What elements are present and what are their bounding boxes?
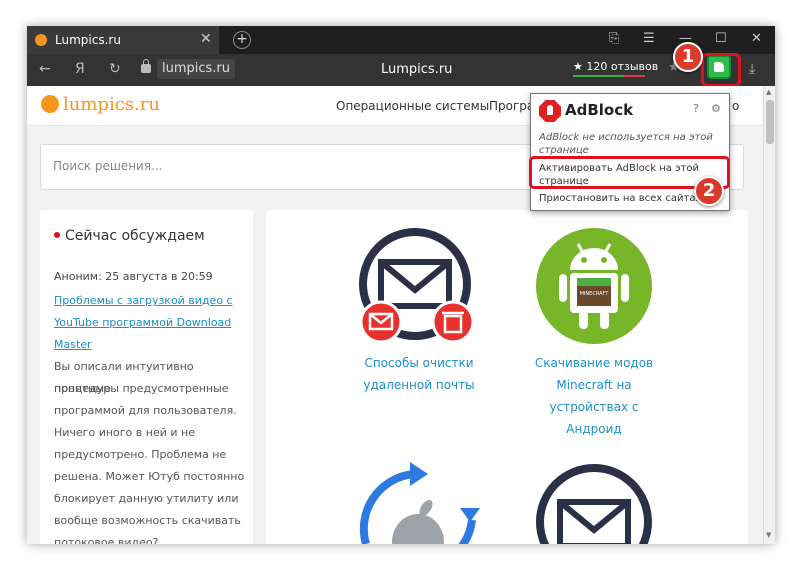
orange-favicon-icon <box>35 34 47 46</box>
maximize-button[interactable]: ☐ <box>715 31 727 46</box>
adblock-status: AdBlock не используется на этой странице <box>539 132 713 156</box>
comment-text-line: предусмотрено. Проблема не <box>54 448 227 461</box>
address-bar: ← Я ↻ lumpics.ru Lumpics.ru ★ 120 отзыво… <box>27 54 775 86</box>
menu-item-programs[interactable]: Програ <box>489 99 534 113</box>
new-tab-button[interactable]: + <box>233 31 251 49</box>
adblock-brand: AdBlock <box>565 101 634 119</box>
scrollbar-thumb[interactable] <box>766 100 774 144</box>
site-logo[interactable]: lumpics.ru <box>41 94 160 115</box>
scroll-up-icon[interactable]: ▲ <box>766 88 771 96</box>
comment-text-line: решена. Может Ютуб постоянно <box>54 470 245 483</box>
tab-lumpics[interactable]: Lumpics.ru ✕ <box>27 26 219 54</box>
apple-sync-illustration[interactable] <box>354 460 484 544</box>
browser-window: Lumpics.ru ✕ + ⎘ ☰ — ☐ ✕ ← Я ↻ lumpics.r… <box>27 26 775 544</box>
sidebar-heading-text: Сейчас обсуждаем <box>65 228 205 244</box>
tab-title: Lumpics.ru <box>55 33 121 47</box>
menu-item-os[interactable]: Операционные системы <box>336 99 489 113</box>
close-window-button[interactable]: ✕ <box>751 31 762 46</box>
tab-close-icon[interactable]: ✕ <box>200 31 212 47</box>
scroll-down-icon[interactable]: ▼ <box>766 531 771 539</box>
reload-icon[interactable]: ↻ <box>109 61 121 77</box>
reviews-rating-bar <box>573 75 645 77</box>
lock-icon[interactable] <box>141 59 151 73</box>
comment-text-line: потоковое видео? <box>54 536 159 544</box>
comment-text-line: вообще возможность скачивать <box>54 514 241 527</box>
back-arrow-icon[interactable]: ← <box>39 61 51 77</box>
search-input[interactable] <box>53 159 553 173</box>
article-title-mail[interactable]: Способы очистки удаленной почты <box>339 352 499 396</box>
reviews-text: ★ 120 отзывов <box>573 60 659 73</box>
comment-meta: Аноним: 25 августа в 20:59 <box>54 270 213 283</box>
svg-text:MINECRAFT: MINECRAFT <box>580 291 610 297</box>
help-icon[interactable]: ? <box>693 102 699 115</box>
mail-illustration-2[interactable] <box>534 460 654 544</box>
annotation-step-2: 2 <box>694 176 724 206</box>
android-minecraft-illustration[interactable]: MINECRAFT <box>534 226 654 346</box>
sync-icon[interactable]: ⎘ <box>609 31 619 46</box>
comment-text-line: Ничего иного в ней и не <box>54 426 195 439</box>
download-icon[interactable]: ⤓ <box>749 61 755 77</box>
comment-text-line: блокирует данную утилиту или <box>54 492 239 505</box>
reviews-badge[interactable]: ★ 120 отзывов <box>573 60 658 77</box>
menu-item-more[interactable]: о <box>732 99 739 113</box>
annotation-step-1: 1 <box>673 42 703 72</box>
comment-text-line: процедуры предусмотренные <box>54 382 229 395</box>
adblock-stop-hand-icon <box>539 100 561 122</box>
comment-text-line: программой для пользователя. <box>54 404 237 417</box>
yandex-icon[interactable]: Я <box>75 61 85 77</box>
gear-icon[interactable]: ⚙ <box>711 102 721 115</box>
live-dot-icon <box>54 232 60 238</box>
article-title-minecraft[interactable]: Скачивание модов Minecraft на устройства… <box>514 352 674 440</box>
articles-grid: Способы очистки удаленной почты MINECRAF… <box>266 210 748 544</box>
page-scrollbar[interactable]: ▲ ▼ <box>763 86 775 544</box>
comment-link-line-1[interactable]: Проблемы с загрузкой видео с <box>54 290 244 312</box>
address-page-title[interactable]: Lumpics.ru <box>381 62 452 77</box>
discussion-sidebar: Сейчас обсуждаем Аноним: 25 августа в 20… <box>40 210 253 544</box>
logo-text: lumpics.ru <box>63 94 160 115</box>
domain-pill[interactable]: lumpics.ru <box>157 59 236 79</box>
annotation-highlight-extension <box>701 53 741 87</box>
menu-icon[interactable]: ☰ <box>643 31 655 46</box>
sidebar-heading: Сейчас обсуждаем <box>54 228 205 244</box>
tab-bar: Lumpics.ru ✕ + ⎘ ☰ — ☐ ✕ <box>27 26 775 54</box>
mail-cleanup-illustration[interactable] <box>359 228 479 348</box>
comment-link-line-2[interactable]: YouTube программой Download <box>54 312 244 334</box>
orange-logo-icon <box>41 95 59 113</box>
comment-link-line-3[interactable]: Master <box>54 334 244 356</box>
